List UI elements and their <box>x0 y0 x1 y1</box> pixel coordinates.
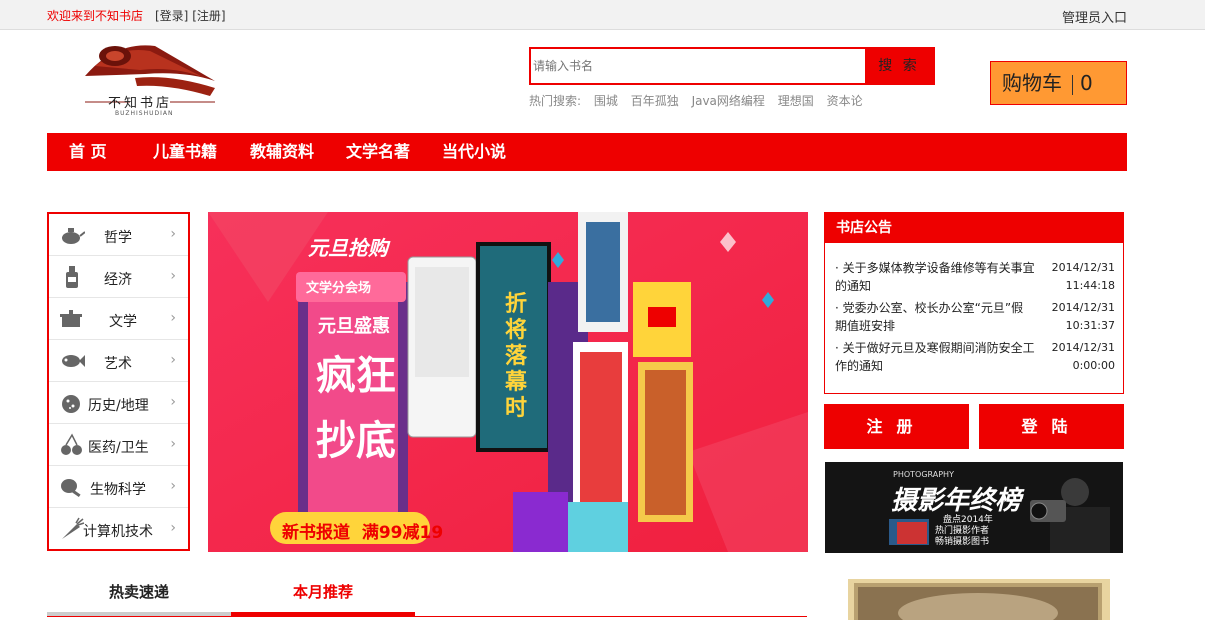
hot-keyword[interactable]: 百年孤独 <box>631 94 679 108</box>
notice-item-text: · 关于多媒体教学设备维修等有关事宜的通知 <box>835 261 1035 293</box>
notice-time: 11:44:18 <box>1065 279 1115 292</box>
search-bar: 搜 索 <box>529 47 935 85</box>
cart-count: 0 <box>1080 71 1093 95</box>
banner-tag: 文学分会场 <box>306 281 372 296</box>
category-item[interactable]: 历史/地理 › <box>49 382 188 424</box>
chevron-right-icon: › <box>170 310 176 326</box>
category-item[interactable]: 文学 › <box>49 298 188 340</box>
chevron-right-icon: › <box>170 478 176 494</box>
promo-banner[interactable]: 元旦抢购 文学分会场 元旦盛惠 疯狂 抄底 新书报道 满99减19 折将落幕时 <box>208 212 808 552</box>
register-button[interactable]: 注册 <box>824 404 969 449</box>
book-cover-graphic <box>848 579 1110 620</box>
login-button[interactable]: 登陆 <box>979 404 1124 449</box>
notice-item[interactable]: · 关于多媒体教学设备维修等有关事宜的通知 2014/12/31 11:44:1… <box>835 259 1115 295</box>
category-label: 哲学 <box>104 230 132 246</box>
cart-divider <box>1072 74 1073 95</box>
hot-keyword[interactable]: 资本论 <box>827 94 863 108</box>
category-label: 经济 <box>104 272 132 288</box>
hot-keyword[interactable]: 围城 <box>594 94 618 108</box>
chevron-right-icon: › <box>170 520 176 536</box>
tab-monthly-picks[interactable]: 本月推荐 <box>231 576 415 616</box>
cherry-icon <box>61 433 82 455</box>
chevron-right-icon: › <box>170 436 176 452</box>
category-item[interactable]: 生物科学 › <box>49 466 188 508</box>
notice-date: 2014/12/31 <box>1051 261 1115 274</box>
nav-item-contemporary[interactable]: 当代小说 <box>442 133 506 171</box>
chevron-right-icon: › <box>170 268 176 284</box>
notice-date: 2014/12/31 <box>1051 341 1115 354</box>
notice-item-date: 2014/12/31 10:31:37 <box>1035 299 1115 335</box>
category-list: 哲学 › 经济 › 文学 › 艺术 › 历史/地理 › 医药/卫生 › 生物科学… <box>47 212 190 551</box>
cart-label: 购物车 <box>1002 71 1062 95</box>
photography-ad[interactable]: PHOTOGRAPHY 摄影年终榜 盘点2014年 热门摄影作者 畅销摄影图书 <box>825 462 1123 553</box>
main-nav: 首 页 儿童书籍 教辅资料 文学名著 当代小说 <box>47 133 1127 171</box>
welcome-text: 欢迎来到不知书店 <box>47 9 144 23</box>
banner-headline-1: 元旦盛惠 <box>318 316 390 337</box>
nav-item-tutoring[interactable]: 教辅资料 <box>250 133 314 171</box>
login-link[interactable]: [登录] <box>155 9 188 23</box>
logo-subtext: BUZHISHUDIAN <box>115 110 174 117</box>
top-bar: 欢迎来到不知书店 [登录] [注册] 管理员入口 <box>0 0 1205 30</box>
hot-keyword[interactable]: Java网络编程 <box>692 94 765 108</box>
hot-search: 热门搜索: 围城 百年孤独 Java网络编程 理想国 资本论 <box>529 92 863 109</box>
featured-book-image[interactable] <box>848 573 1110 620</box>
category-label: 生物科学 <box>90 482 146 498</box>
banner-headline-2: 疯狂 <box>316 353 396 399</box>
notice-item[interactable]: · 关于做好元旦及寒假期间消防安全工作的通知 2014/12/31 0:00:0… <box>835 339 1115 375</box>
notice-time: 10:31:37 <box>1065 319 1115 332</box>
category-item[interactable]: 经济 › <box>49 256 188 298</box>
category-item[interactable]: 医药/卫生 › <box>49 424 188 466</box>
banner-headline-3: 抄底 <box>316 418 396 464</box>
search-input[interactable] <box>531 49 867 83</box>
category-label: 历史/地理 <box>88 398 149 414</box>
nav-item-home[interactable]: 首 页 <box>69 133 107 171</box>
notice-item-text: · 党委办公室、校长办公室“元旦”假期值班安排 <box>835 301 1024 333</box>
banner-brand: 元旦抢购 <box>308 236 388 260</box>
nav-item-classics[interactable]: 文学名著 <box>346 133 410 171</box>
category-label: 医药/卫生 <box>88 440 149 456</box>
category-label: 文学 <box>109 314 137 330</box>
hot-search-label: 热门搜索: <box>529 94 582 108</box>
search-button[interactable]: 搜 索 <box>865 49 933 83</box>
banner-book-title: 折将落幕时 <box>505 292 528 421</box>
category-item[interactable]: 哲学 › <box>49 214 188 256</box>
cookie-icon <box>62 395 80 413</box>
chevron-right-icon: › <box>170 226 176 242</box>
category-item[interactable]: 计算机技术 › <box>49 508 188 550</box>
notice-title: 书店公告 <box>825 213 1123 243</box>
notice-item-date: 2014/12/31 0:00:00 <box>1035 339 1115 375</box>
notice-item-text: · 关于做好元旦及寒假期间消防安全工作的通知 <box>835 341 1035 373</box>
carrot-icon <box>62 517 85 539</box>
chevron-right-icon: › <box>170 394 176 410</box>
category-label: 计算机技术 <box>83 524 153 540</box>
notice-item-date: 2014/12/31 11:44:18 <box>1035 259 1115 295</box>
tab-hot-sales[interactable]: 热卖速递 <box>47 576 231 616</box>
cart-button[interactable]: 购物车 0 <box>990 61 1127 105</box>
auth-links: [登录] [注册] <box>155 7 226 24</box>
chevron-right-icon: › <box>170 352 176 368</box>
notice-date: 2014/12/31 <box>1051 301 1115 314</box>
category-label: 艺术 <box>104 356 132 372</box>
product-tabs: 热卖速递 本月推荐 <box>47 576 807 620</box>
register-link[interactable]: [注册] <box>192 9 225 23</box>
ad-small-text: PHOTOGRAPHY <box>893 470 954 479</box>
hot-keyword[interactable]: 理想国 <box>778 94 814 108</box>
notice-item[interactable]: · 党委办公室、校长办公室“元旦”假期值班安排 2014/12/31 10:31… <box>835 299 1115 335</box>
pot-icon <box>60 310 82 327</box>
bottle-icon <box>66 266 78 288</box>
banner-bottom-text: 新书报道 满99减19 <box>282 523 444 543</box>
fish-icon <box>62 355 85 367</box>
logo-text: 不知书店 <box>108 96 173 111</box>
notice-panel: 书店公告 · 关于多媒体教学设备维修等有关事宜的通知 2014/12/31 11… <box>824 212 1124 394</box>
nav-item-children-books[interactable]: 儿童书籍 <box>153 133 217 171</box>
category-item[interactable]: 艺术 › <box>49 340 188 382</box>
ad-sub-3: 畅销摄影图书 <box>935 537 990 547</box>
chicken-leg-icon <box>61 479 81 498</box>
tabs-divider <box>47 616 807 617</box>
teapot-icon <box>62 228 85 244</box>
admin-entry-link[interactable]: 管理员入口 <box>1062 7 1127 26</box>
notice-time: 0:00:00 <box>1072 359 1115 372</box>
